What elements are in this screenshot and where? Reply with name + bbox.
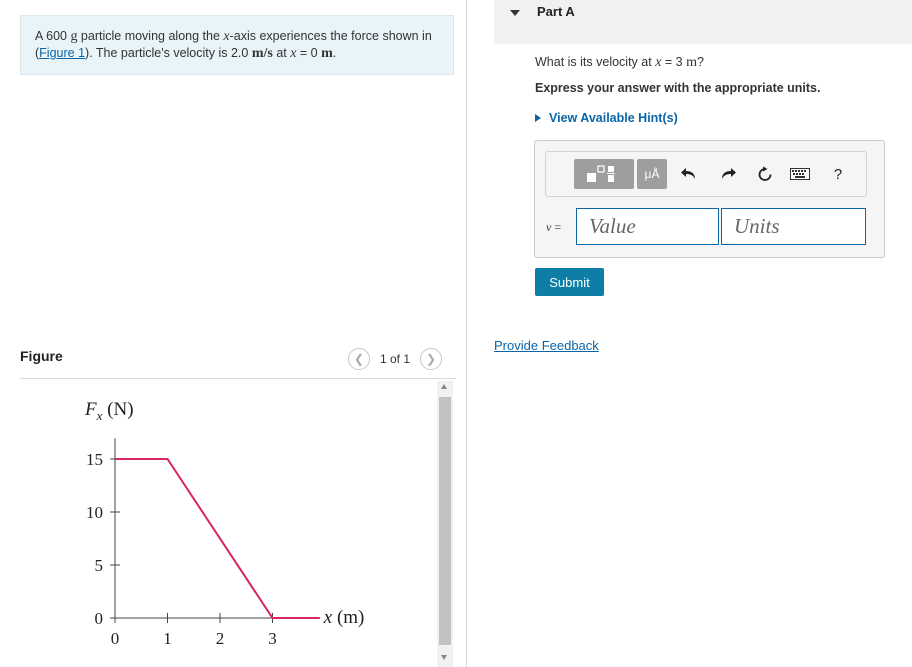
collapse-caret-icon[interactable] xyxy=(510,10,520,16)
x-tick-label: 0 xyxy=(111,629,120,648)
chevron-right-icon[interactable]: ❯ xyxy=(420,348,443,370)
y-axis-label: Fx (N) xyxy=(84,399,134,423)
triangle-right-icon xyxy=(535,114,541,122)
scroll-up-icon[interactable] xyxy=(441,384,447,389)
problem-text: particle moving along the xyxy=(77,29,224,43)
figure-link[interactable]: Figure 1 xyxy=(39,46,85,60)
problem-text: A 600 xyxy=(35,29,71,43)
equals-sign: = xyxy=(551,220,562,234)
templates-icon xyxy=(587,165,615,182)
problem-text: at xyxy=(272,46,291,60)
units-button[interactable]: μÅ xyxy=(637,159,667,189)
unit-velocity: m/s xyxy=(251,46,273,61)
force-curve xyxy=(115,458,320,619)
x-tick-label: 3 xyxy=(268,629,277,648)
view-hints-link[interactable]: View Available Hint(s) xyxy=(535,111,678,125)
x-tick-label: 2 xyxy=(216,629,225,648)
scroll-down-icon[interactable] xyxy=(441,655,447,660)
problem-text: = 0 xyxy=(296,46,322,60)
pager-text: 1 of 1 xyxy=(380,352,411,366)
force-chart: 0 5 10 15 0 1 2 3 Fx (N) x (m) xyxy=(84,399,365,648)
instruction-text: Express your answer with the appropriate… xyxy=(535,81,821,95)
problem-statement: A 600 g particle moving along the x-axis… xyxy=(20,15,454,75)
chevron-left-icon[interactable]: ❮ xyxy=(348,348,370,370)
scrollbar-thumb[interactable] xyxy=(439,397,451,645)
value-input[interactable]: Value xyxy=(576,208,719,245)
question-part: = 3 xyxy=(661,55,687,69)
y-tick-label: 0 xyxy=(95,609,104,628)
keyboard-icon[interactable] xyxy=(789,163,811,185)
unit-meters: m xyxy=(686,55,697,70)
templates-button[interactable] xyxy=(574,159,634,189)
question-part: ? xyxy=(696,55,704,69)
part-title: Part A xyxy=(537,4,575,19)
figure-pager: ❮ 1 of 1 ❯ xyxy=(348,348,443,370)
x-tick-label: 1 xyxy=(163,629,172,648)
answer-var-label: v = xyxy=(546,220,561,235)
submit-button[interactable]: Submit xyxy=(535,268,604,296)
column-divider xyxy=(466,0,467,667)
undo-icon[interactable] xyxy=(678,163,700,185)
provide-feedback-link[interactable]: Provide Feedback xyxy=(494,338,599,353)
hint-label: View Available Hint(s) xyxy=(549,111,678,125)
units-input[interactable]: Units xyxy=(721,208,866,245)
reset-icon[interactable] xyxy=(754,163,776,185)
figure-label: Figure xyxy=(20,348,63,364)
problem-text: . xyxy=(332,46,337,60)
question-text: What is its velocity at x = 3 m? xyxy=(535,55,704,71)
redo-icon[interactable] xyxy=(717,163,739,185)
x-axis-label: x (m) xyxy=(323,607,365,628)
unit-meters: m xyxy=(321,46,333,61)
y-tick-label: 10 xyxy=(86,503,103,522)
question-part: What is its velocity at xyxy=(535,55,656,69)
figure-divider xyxy=(20,378,456,379)
y-tick-label: 15 xyxy=(86,450,103,469)
y-tick-label: 5 xyxy=(95,556,104,575)
problem-text: ). The particle's velocity is 2.0 xyxy=(85,46,252,60)
help-icon[interactable]: ? xyxy=(827,163,849,185)
